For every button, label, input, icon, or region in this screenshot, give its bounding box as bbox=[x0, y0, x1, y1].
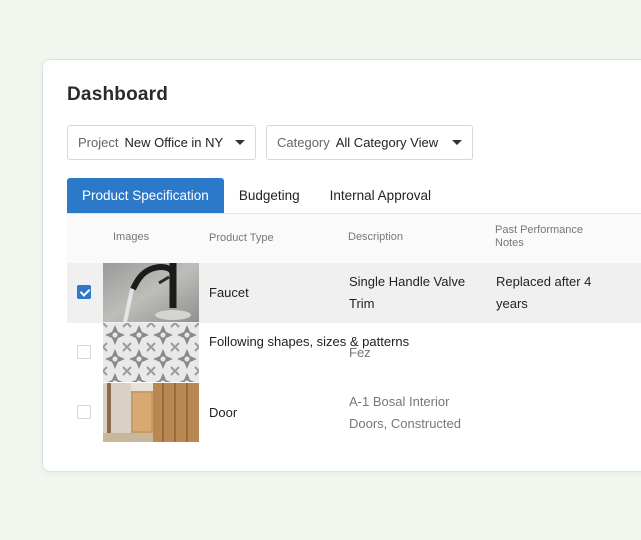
category-select-value: All Category View bbox=[335, 135, 439, 150]
faucet-image bbox=[103, 263, 199, 322]
header-past-performance-notes: Past Performance Notes bbox=[495, 224, 584, 249]
door-image bbox=[103, 383, 199, 442]
description: Fez bbox=[349, 345, 371, 360]
header-product-type: Product Type bbox=[209, 232, 274, 244]
row-checkbox[interactable] bbox=[77, 405, 91, 419]
table-header: Images Product Type Description Past Per… bbox=[67, 214, 641, 263]
table-row[interactable]: Following shapes, sizes & patterns Fez bbox=[67, 323, 641, 383]
header-images: Images bbox=[113, 231, 150, 243]
project-select[interactable]: Project New Office in NY bbox=[67, 125, 256, 160]
category-select[interactable]: Category All Category View bbox=[266, 125, 473, 160]
dashboard-card: Dashboard Project New Office in NY Categ… bbox=[42, 59, 641, 472]
page-title: Dashboard bbox=[67, 84, 169, 105]
performance-notes: Replaced after 4 years bbox=[496, 274, 592, 311]
description: A-1 Bosal Interior Doors, Constructed bbox=[349, 394, 461, 431]
row-checkbox[interactable] bbox=[77, 285, 91, 299]
table-row[interactable]: Faucet Single Handle Valve Trim Replaced… bbox=[67, 263, 641, 323]
project-select-label: Project bbox=[78, 135, 119, 150]
caret-down-icon bbox=[452, 140, 462, 145]
tab-bar: Product Specification Budgeting Internal… bbox=[67, 178, 446, 213]
tab-budgeting[interactable]: Budgeting bbox=[224, 178, 315, 213]
category-select-label: Category bbox=[277, 135, 330, 150]
description: Single Handle Valve Trim bbox=[349, 274, 466, 311]
tab-product-specification[interactable]: Product Specification bbox=[67, 178, 224, 213]
product-type: Faucet bbox=[209, 285, 249, 300]
header-description: Description bbox=[348, 231, 404, 243]
tile-pattern-image bbox=[103, 323, 199, 382]
tab-internal-approval[interactable]: Internal Approval bbox=[315, 178, 446, 213]
product-type: Door bbox=[209, 405, 238, 420]
row-checkbox[interactable] bbox=[77, 345, 91, 359]
table-row[interactable]: Door A-1 Bosal Interior Doors, Construct… bbox=[67, 383, 641, 443]
project-select-value: New Office in NY bbox=[124, 135, 224, 150]
caret-down-icon bbox=[235, 140, 245, 145]
